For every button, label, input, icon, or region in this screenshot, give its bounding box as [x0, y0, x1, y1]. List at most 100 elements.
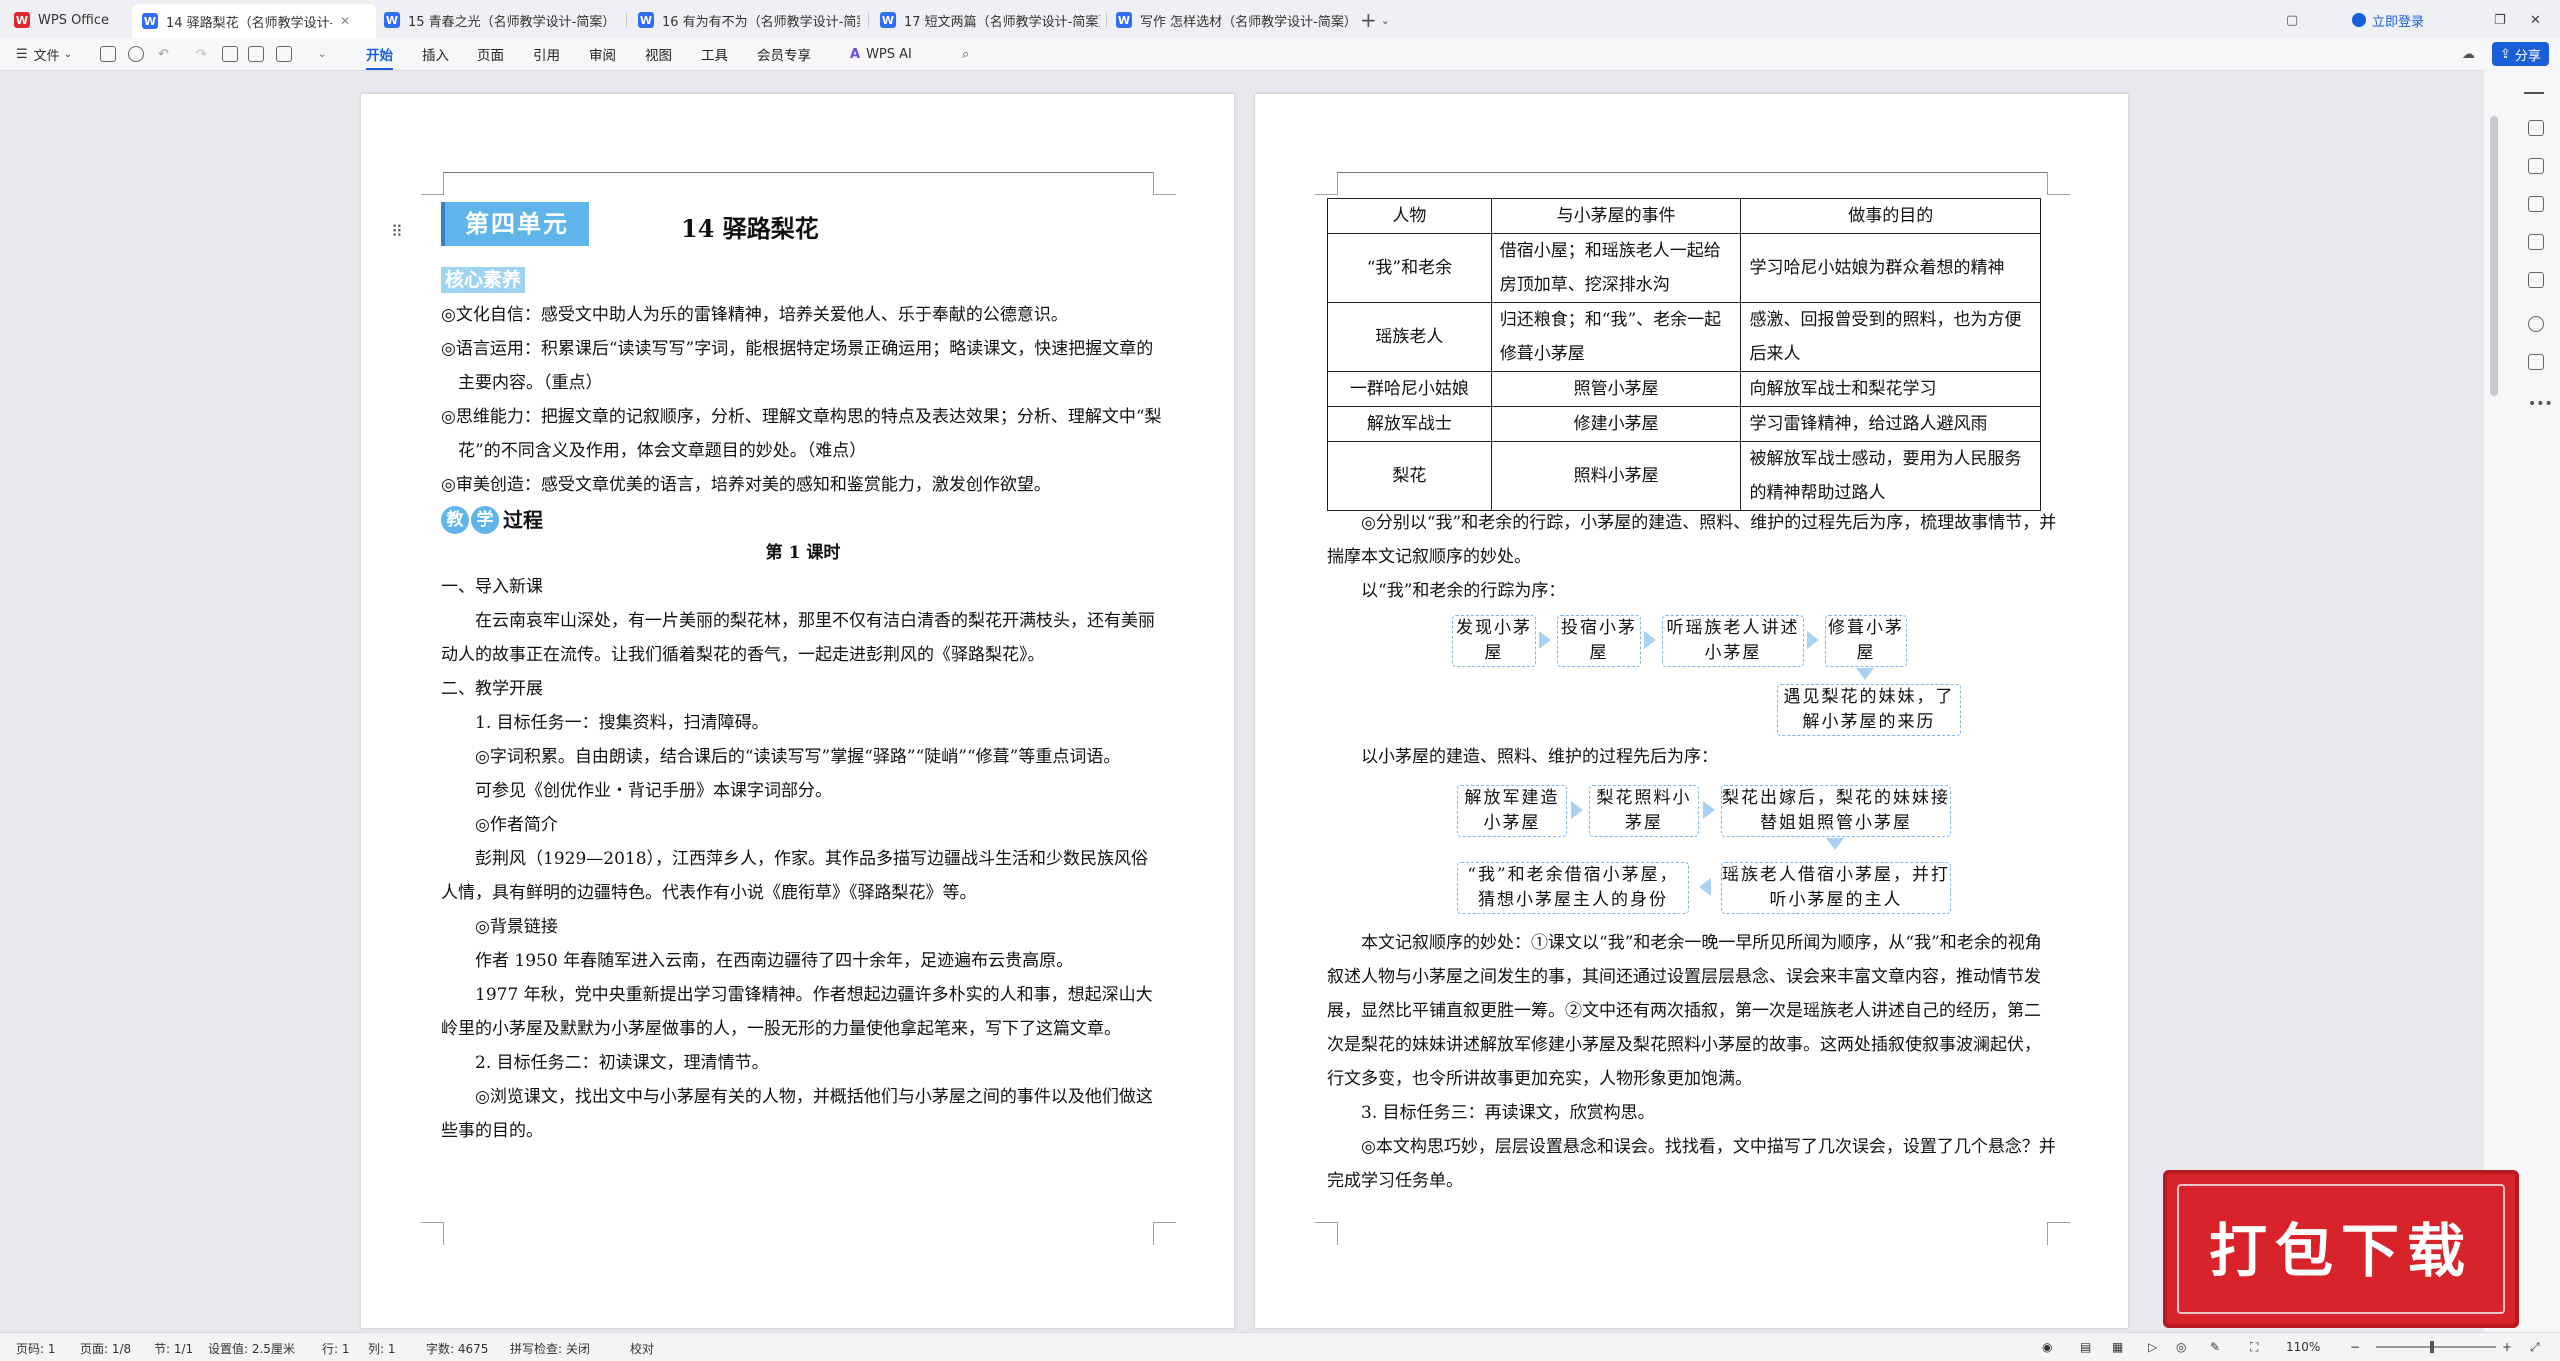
table-row: 解放军战士 修建小茅屋 学习雷锋精神，给过路人避风雨 — [1327, 406, 2041, 442]
save-icon[interactable] — [100, 46, 116, 62]
fit-icon[interactable]: ⛶ — [2250, 1340, 2258, 1355]
restore-window-icon[interactable]: ❐ — [2494, 5, 2508, 35]
paragraph: 可参见《创优作业・背记手册》本课字词部分。 — [475, 781, 832, 801]
more-quick-icon[interactable]: ⌄ — [318, 44, 326, 64]
flow-title: 以“我”和老余的行踪为序： — [1361, 581, 1566, 601]
tab-document-17[interactable]: W 17 短文两篇（名师教学设计-简案） — [880, 5, 1100, 35]
page-view-icon[interactable]: ▤ — [2080, 1340, 2091, 1354]
web-view-icon[interactable]: ▦ — [2112, 1340, 2123, 1354]
help-icon[interactable] — [2528, 316, 2544, 332]
zoom-out-icon[interactable]: − — [2350, 1340, 2360, 1354]
download-banner[interactable]: 打包下载 — [2163, 1170, 2519, 1328]
edit-icon[interactable] — [2528, 120, 2544, 136]
shirt-icon[interactable] — [2528, 354, 2544, 370]
table-row: “我”和老余 借宿小屋；和瑶族老人一起给房顶加草、挖深排水沟 学习哈尼小姑娘为群众着… — [1327, 233, 2041, 303]
section-heading: 二、教学开展 — [441, 679, 543, 699]
share-button[interactable]: ⇪ 分享 — [2492, 42, 2549, 66]
print-icon[interactable] — [222, 46, 238, 62]
status-section[interactable]: 节: 1/1 — [154, 1340, 193, 1357]
zoom-in-icon[interactable]: + — [2502, 1340, 2512, 1354]
table-cell: 借宿小屋；和瑶族老人一起给房顶加草、挖深排水沟 — [1490, 233, 1742, 303]
table-row: 一群哈尼小姑娘 照管小茅屋 向解放军战士和梨花学习 — [1327, 371, 2041, 407]
window-layout-icon[interactable]: ▢ — [2286, 5, 2306, 35]
drag-handle-icon[interactable]: ⠿ — [391, 222, 403, 241]
writer-icon: W — [142, 13, 158, 29]
status-spellcheck[interactable]: 拼写检查: 关闭 — [510, 1340, 590, 1357]
zoom-slider-handle[interactable] — [2430, 1341, 2434, 1353]
table-cell: 解放军战士 — [1327, 406, 1492, 442]
search-doc-icon[interactable] — [128, 46, 144, 62]
unit-label: 第四单元 — [441, 202, 589, 246]
settings-icon[interactable] — [2528, 196, 2544, 212]
tab-wps-office[interactable]: W WPS Office — [14, 5, 124, 35]
format-icon[interactable] — [2528, 234, 2544, 250]
file-menu[interactable]: ☰ 文件 ⌄ — [16, 44, 72, 64]
download-text: 打包下载 — [2208, 1217, 2473, 1285]
share-icon: ⇪ — [2500, 46, 2511, 62]
close-icon[interactable]: ✕ — [340, 14, 350, 28]
status-word-count[interactable]: 字数: 4675 — [426, 1340, 488, 1357]
select-icon[interactable] — [2528, 158, 2544, 174]
table-cell: 照管小茅屋 — [1490, 371, 1742, 407]
eye-icon[interactable]: ◉ — [2042, 1340, 2052, 1354]
tab-member[interactable]: 会员专享 — [757, 44, 811, 64]
status-col[interactable]: 列: 1 — [368, 1340, 396, 1357]
tab-insert[interactable]: 插入 — [422, 44, 449, 64]
status-proofread[interactable]: 校对 — [630, 1340, 654, 1357]
login-button[interactable]: 立即登录 — [2352, 5, 2472, 35]
cloud-icon[interactable]: ☁ — [2462, 44, 2475, 64]
fullscreen-icon[interactable]: ⤢ — [2530, 1340, 2540, 1355]
image-icon[interactable] — [276, 46, 292, 62]
lesson-title: 14 驿路梨花 — [681, 214, 819, 243]
tab-document-15[interactable]: W 15 青春之光（名师教学设计-简案） — [384, 5, 614, 35]
undo-icon[interactable]: ↶ — [158, 44, 169, 64]
search-icon[interactable]: ⌕ — [962, 44, 969, 64]
globe-icon[interactable]: ◎ — [2176, 1340, 2186, 1354]
table-header-cell: 人物 — [1327, 198, 1492, 234]
tab-view[interactable]: 视图 — [645, 44, 672, 64]
tab-document-writing[interactable]: W 写作 怎样选材（名师教学设计-简案） — [1116, 5, 1348, 35]
redo-icon[interactable]: ↷ — [196, 44, 207, 64]
page1-body: 核心素养 ◎文化自信：感受文中助人为乐的雷锋精神，培养关爱他人、乐于奉献的公德意… — [441, 263, 1165, 1148]
wps-ai-button[interactable]: A WPS AI — [850, 44, 912, 64]
status-row[interactable]: 行: 1 — [322, 1340, 350, 1357]
pen-icon[interactable]: ✎ — [2210, 1340, 2220, 1354]
tab-tools[interactable]: 工具 — [701, 44, 728, 64]
tab-reference[interactable]: 引用 — [533, 44, 560, 64]
close-window-icon[interactable]: ✕ — [2530, 5, 2544, 35]
tab-page[interactable]: 页面 — [477, 44, 504, 64]
tab-document-16[interactable]: W 16 有为有不为（名师教学设计-简案） — [638, 5, 860, 35]
table-cell: 修建小茅屋 — [1490, 406, 1742, 442]
writer-icon: W — [880, 12, 896, 28]
table-body: 人物 与小茅屋的事件 做事的目的 “我”和老余 借宿小屋；和瑶族老人一起给房顶加草、挖深… — [1327, 198, 2041, 511]
tools-icon[interactable] — [2528, 272, 2544, 288]
scrollbar-thumb[interactable] — [2490, 116, 2498, 396]
task-heading: 2. 目标任务二：初读课文，理清情节。 — [475, 1053, 769, 1073]
tab-document-14[interactable]: W 14 驿路梨花（名师教学设计- ✕ — [132, 4, 376, 38]
document-page-1: ⠿ 第四单元 14 驿路梨花 核心素养 ◎文化自信：感受文中助人为乐的雷锋精神，… — [361, 94, 1234, 1328]
document-page-2: 人物 与小茅屋的事件 做事的目的 “我”和老余 借宿小屋；和瑶族老人一起给房顶加草、挖深… — [1255, 94, 2128, 1328]
play-icon[interactable]: ▷ — [2148, 1340, 2157, 1354]
section-heading: 一、导入新课 — [441, 577, 543, 597]
flow-box: 遇见梨花的妹妹，了解小茅屋的来历 — [1777, 684, 1961, 736]
zoom-level[interactable]: 110% — [2286, 1340, 2320, 1354]
status-pages[interactable]: 页面: 1/8 — [80, 1340, 131, 1357]
status-setting[interactable]: 设置值: 2.5厘米 — [208, 1340, 295, 1357]
writer-icon: W — [1116, 12, 1132, 28]
more-icon[interactable]: ••• — [2528, 396, 2553, 412]
pdf-icon[interactable] — [248, 46, 264, 62]
new-tab-button[interactable]: + ⌄ — [1360, 5, 1400, 35]
table-row: 梨花 照料小茅屋 被解放军战士感动，要用为人民服务的精神帮助过路人 — [1327, 441, 2041, 511]
zoom-slider[interactable] — [2376, 1346, 2496, 1348]
status-page-number[interactable]: 页码: 1 — [16, 1340, 56, 1357]
right-sidebar: ••• — [2484, 70, 2560, 1332]
tab-home[interactable]: 开始 — [366, 44, 393, 70]
task-heading: 1. 目标任务一：搜集资料，扫清障碍。 — [475, 713, 769, 733]
status-bar: 页码: 1 页面: 1/8 节: 1/1 设置值: 2.5厘米 行: 1 列: … — [0, 1332, 2560, 1361]
tab-review[interactable]: 审阅 — [589, 44, 616, 64]
wps-logo-icon: W — [14, 12, 30, 28]
core-item: ◎审美创造：感受文章优美的语言，培养对美的感知和鉴赏能力，激发创作欲望。 — [441, 475, 1051, 495]
task-heading: 3. 目标任务三：再读课文，欣赏构思。 — [1361, 1103, 1655, 1123]
core-literacy-heading: 核心素养 — [441, 267, 526, 293]
minimize-icon[interactable] — [2524, 92, 2544, 94]
